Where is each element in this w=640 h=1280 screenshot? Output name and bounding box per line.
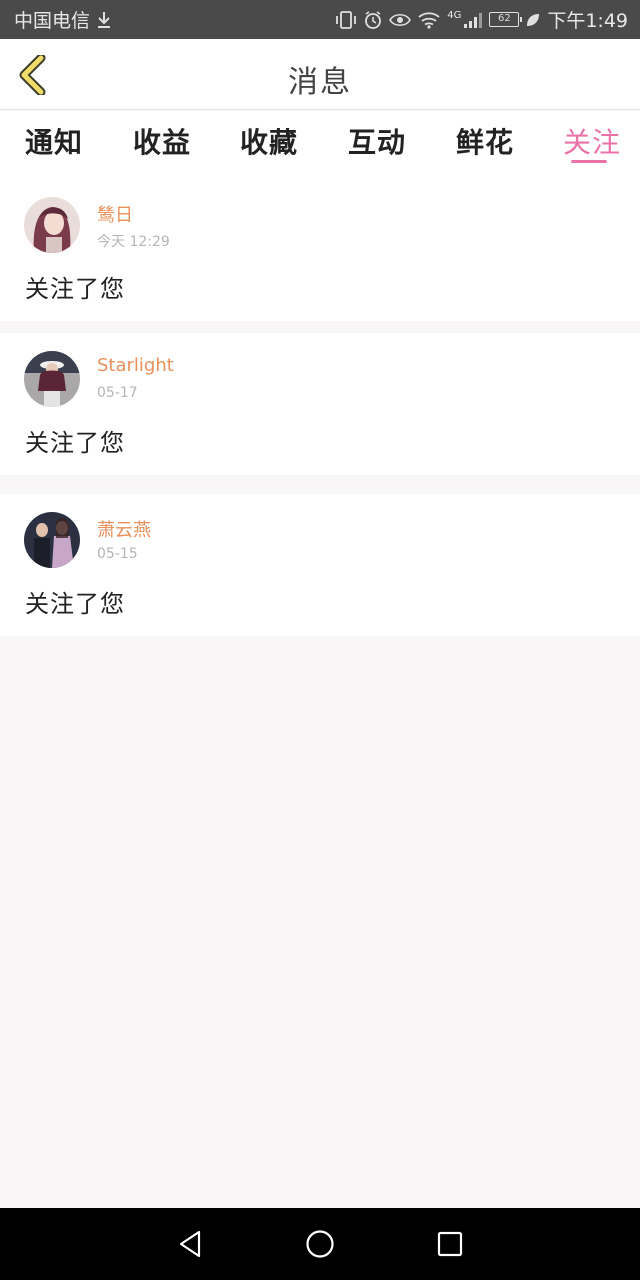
- message-text: 关注了您: [25, 429, 125, 457]
- message-text: 关注了您: [25, 590, 125, 618]
- network-type: 4G: [447, 10, 462, 21]
- wifi-icon: [418, 11, 440, 29]
- battery-level: 62: [497, 13, 511, 24]
- clock: 下午1:49: [547, 10, 628, 32]
- tab-bar: 通知 收益 收藏 互动 鲜花 关注: [0, 111, 640, 179]
- avatar[interactable]: [24, 512, 80, 568]
- feed-item[interactable]: 萧云燕 05-15 关注了您: [0, 494, 640, 636]
- signal-icon: [464, 12, 483, 28]
- tab-interactions[interactable]: 互动: [348, 121, 406, 161]
- status-right: 4G 62 下午1:49: [335, 6, 628, 33]
- alarm-icon: [365, 10, 382, 29]
- avatar-image: [24, 512, 80, 568]
- vibrate-icon: [336, 10, 357, 29]
- nav-back-icon[interactable]: [175, 1228, 207, 1260]
- message-text: 关注了您: [25, 275, 125, 303]
- username[interactable]: 萧云燕: [97, 516, 151, 542]
- carrier-label: 中国电信: [14, 10, 91, 32]
- header-bar: 消息: [0, 39, 640, 110]
- timestamp: 05-15: [97, 546, 138, 562]
- avatar-image: [24, 351, 80, 407]
- avatar[interactable]: [24, 197, 80, 253]
- system-nav-bar: [0, 1208, 640, 1280]
- page-title: 消息: [288, 65, 352, 100]
- leaf-icon: [527, 13, 540, 26]
- feed-item[interactable]: Starlight 05-17 关注了您: [0, 333, 640, 475]
- timestamp: 今天 12:29: [97, 234, 170, 250]
- tab-earnings[interactable]: 收益: [133, 121, 191, 161]
- status-bar: 中国电信 4G 62 下午1:49: [0, 0, 640, 39]
- username[interactable]: Starlight: [97, 355, 174, 376]
- tab-following[interactable]: 关注: [563, 121, 621, 161]
- avatar-image: [24, 197, 80, 253]
- status-left: 中国电信: [14, 6, 112, 33]
- eye-icon: [389, 13, 412, 26]
- tab-favorites[interactable]: 收藏: [240, 121, 298, 161]
- timestamp: 05-17: [97, 385, 138, 401]
- download-icon: [98, 11, 111, 28]
- active-tab-indicator: [571, 160, 607, 163]
- battery-icon: 62: [489, 12, 523, 27]
- nav-recents-icon[interactable]: [434, 1228, 466, 1260]
- tab-flowers[interactable]: 鲜花: [456, 121, 514, 161]
- tab-notifications[interactable]: 通知: [25, 121, 83, 161]
- username[interactable]: 鸶日: [97, 201, 133, 227]
- nav-home-icon[interactable]: [304, 1228, 336, 1260]
- avatar[interactable]: [24, 351, 80, 407]
- feed-item[interactable]: 鸶日 今天 12:29 关注了您: [0, 179, 640, 321]
